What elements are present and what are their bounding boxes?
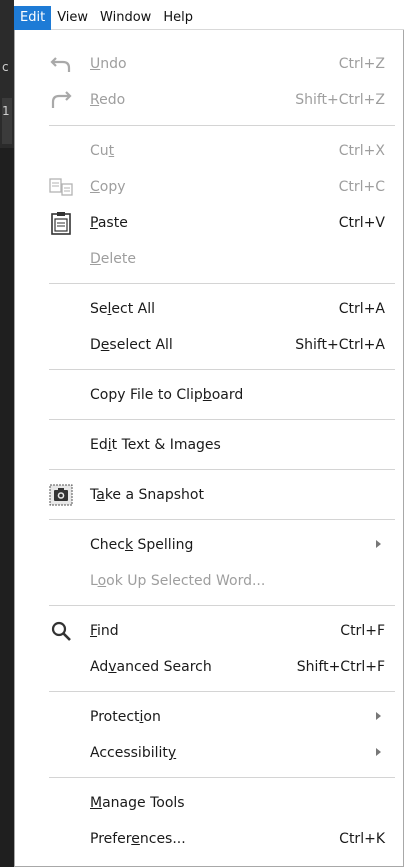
menu-edit[interactable]: Edit [14,5,52,30]
menu-item-label: Check Spelling [90,537,194,553]
menu-item-label: Accessibility [90,745,177,761]
shortcut-text: Ctrl+A [338,301,385,317]
menu-item-paste[interactable]: Paste Ctrl+V [15,205,403,241]
menu-window[interactable]: Window [94,6,157,30]
menu-item-label: Delete [90,251,136,267]
background-text: 1 [2,104,10,118]
separator [49,519,395,520]
submenu-arrow-icon [376,540,381,548]
shortcut-text: Shift+Ctrl+A [295,337,385,353]
menu-item-deselect-all[interactable]: Deselect All Shift+Ctrl+A [15,327,403,363]
menu-item-label: Edit Text & Images [90,437,221,453]
shortcut-text: Ctrl+K [339,831,385,847]
shortcut-text: Shift+Ctrl+F [296,659,385,675]
menu-help[interactable]: Help [157,6,199,30]
shortcut-text: Shift+Ctrl+Z [295,92,385,108]
menu-item-edit-text-images[interactable]: Edit Text & Images [15,427,403,463]
menu-item-label: Copy File to Clipboard [90,387,244,403]
shortcut-text: Ctrl+C [338,179,385,195]
menu-item-label: Take a Snapshot [90,487,204,503]
shortcut-text: Ctrl+F [340,623,385,639]
background-text: c [2,60,9,74]
separator [49,691,395,692]
menu-item-label: Protection [90,709,161,725]
menu-item-copy-file-to-clipboard[interactable]: Copy File to Clipboard [15,377,403,413]
copy-icon [49,175,73,199]
separator [49,125,395,126]
menu-item-label: Undo [90,56,127,72]
menu-item-label: Look Up Selected Word... [90,573,266,589]
menu-item-preferences[interactable]: Preferences... Ctrl+K [15,821,403,857]
menu-item-copy[interactable]: Copy Ctrl+C [15,169,403,205]
menu-item-label: Find [90,623,119,639]
menu-bar: Edit View Window Help [14,0,404,30]
shortcut-text: Ctrl+Z [338,56,385,72]
clipboard-icon [49,211,73,235]
search-icon [49,619,73,643]
menu-item-select-all[interactable]: Select All Ctrl+A [15,291,403,327]
menu-item-find[interactable]: Find Ctrl+F [15,613,403,649]
menu-item-look-up-selected-word[interactable]: Look Up Selected Word... [15,563,403,599]
redo-icon [49,88,73,112]
menu-item-label: Paste [90,215,128,231]
menu-view[interactable]: View [51,6,94,30]
menu-item-manage-tools[interactable]: Manage Tools [15,785,403,821]
background-app-strip: c [0,0,14,867]
submenu-arrow-icon [376,712,381,720]
separator [49,283,395,284]
menu-item-redo[interactable]: Redo Shift+Ctrl+Z [15,82,403,118]
separator [49,605,395,606]
menu-item-cut[interactable]: Cut Ctrl+X [15,133,403,169]
menu-item-label: Manage Tools [90,795,185,811]
separator [49,419,395,420]
menu-item-label: Preferences... [90,831,186,847]
menu-item-delete[interactable]: Delete [15,241,403,277]
menu-item-label: Select All [90,301,155,317]
undo-icon [49,52,73,76]
menu-item-advanced-search[interactable]: Advanced Search Shift+Ctrl+F [15,649,403,685]
separator [49,469,395,470]
submenu-arrow-icon [376,748,381,756]
menu-item-take-snapshot[interactable]: Take a Snapshot [15,477,403,513]
menu-item-protection[interactable]: Protection [15,699,403,735]
background-dark-panel [0,148,14,867]
edit-menu-dropdown: Undo Ctrl+Z Redo Shift+Ctrl+Z Cut Ctrl+X… [14,30,404,867]
separator [49,777,395,778]
menu-item-label: Copy [90,179,126,195]
menu-item-check-spelling[interactable]: Check Spelling [15,527,403,563]
menu-item-label: Advanced Search [90,659,212,675]
menu-item-label: Cut [90,143,115,159]
menu-item-label: Deselect All [90,337,173,353]
menu-item-undo[interactable]: Undo Ctrl+Z [15,46,403,82]
shortcut-text: Ctrl+X [338,143,385,159]
menu-item-label: Redo [90,92,126,108]
separator [49,369,395,370]
camera-icon [49,483,73,507]
menu-item-accessibility[interactable]: Accessibility [15,735,403,771]
shortcut-text: Ctrl+V [338,215,385,231]
